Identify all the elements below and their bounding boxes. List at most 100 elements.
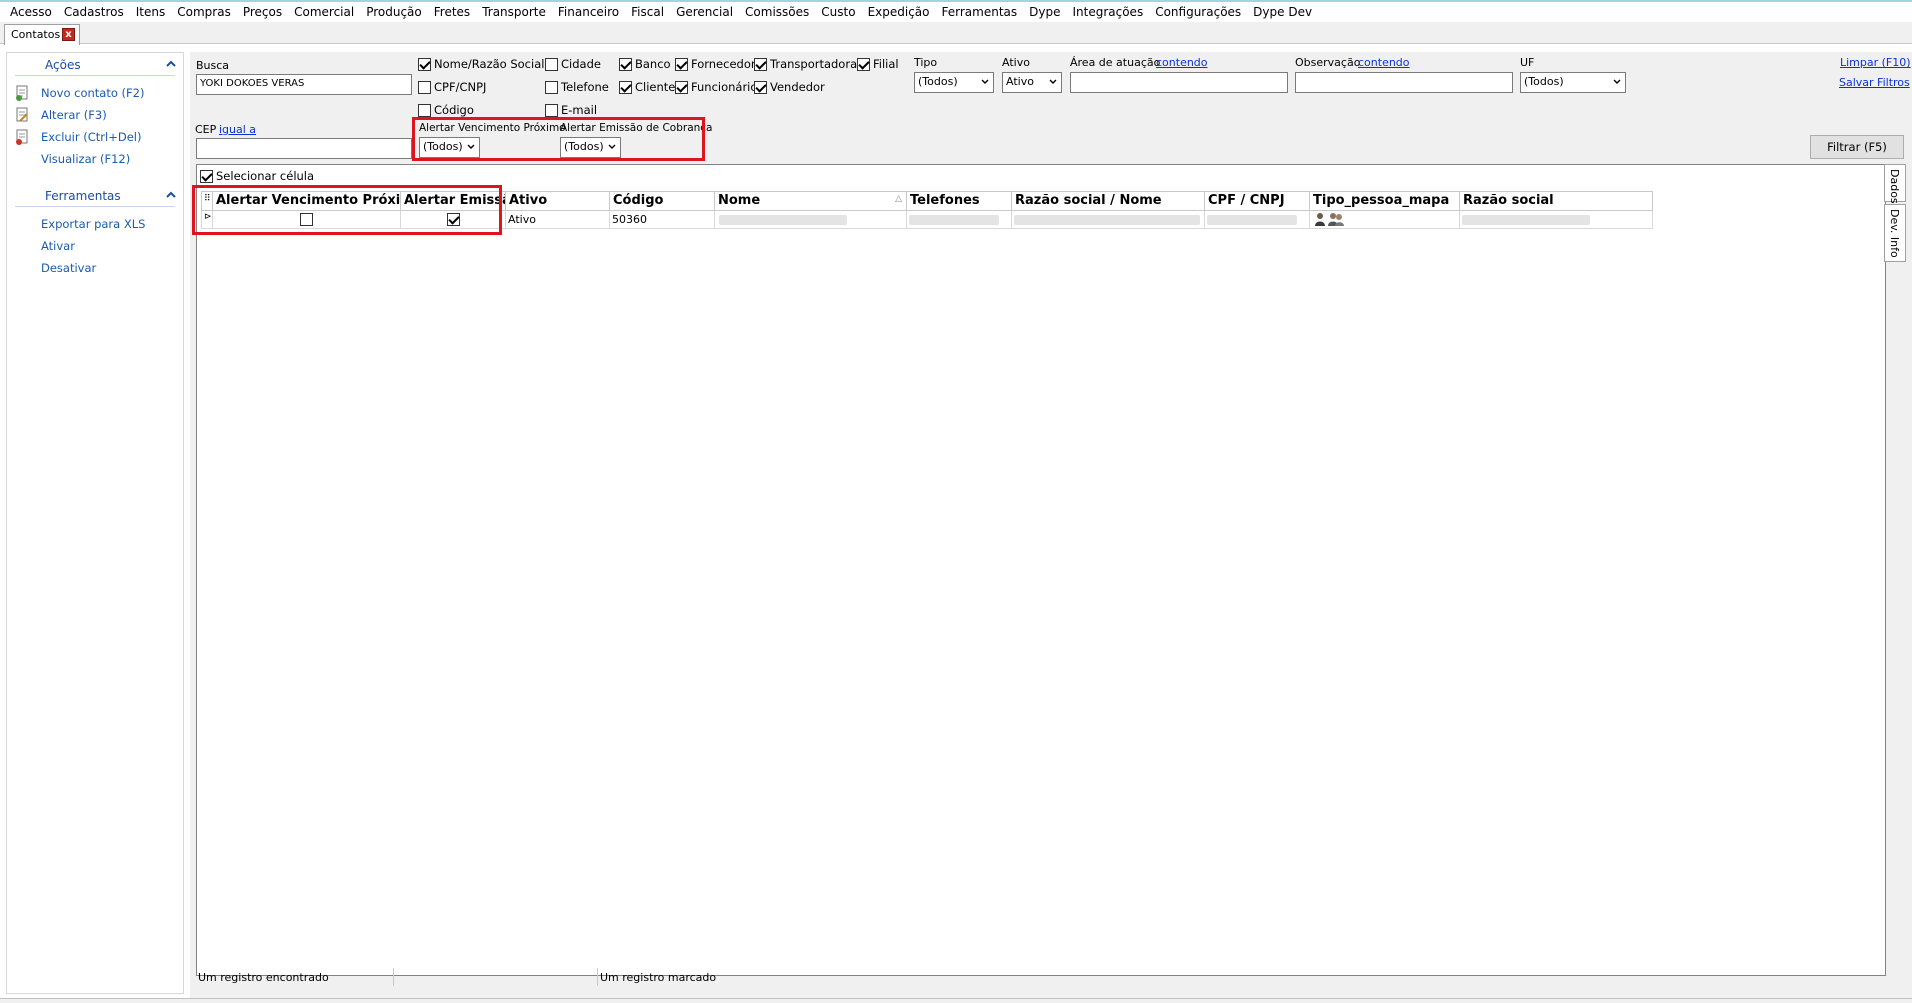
- col-alerta-emis[interactable]: Alertar Emissão: [401, 191, 506, 211]
- salvar-filtros-link[interactable]: Salvar Filtros: [1839, 76, 1910, 89]
- menu-item-ferramentas[interactable]: Ferramentas: [936, 5, 1024, 19]
- menu-item-configura-es[interactable]: Configurações: [1149, 5, 1247, 19]
- menu-item-custo[interactable]: Custo: [815, 5, 861, 19]
- menu-item-expedi-o[interactable]: Expedição: [862, 5, 936, 19]
- checkbox[interactable]: [754, 80, 767, 94]
- limpar-link[interactable]: Limpar (F10): [1840, 56, 1911, 69]
- cell-alerta-venc[interactable]: [213, 211, 401, 229]
- checkbox[interactable]: [619, 57, 632, 71]
- check-transportadora[interactable]: Transportadora: [754, 57, 857, 71]
- row-selector-header[interactable]: ⠿: [201, 191, 213, 211]
- cell-alerta-emis[interactable]: [401, 211, 506, 229]
- menu-item-fretes[interactable]: Fretes: [428, 5, 476, 19]
- menu-item-dype[interactable]: Dype: [1023, 5, 1066, 19]
- check-cliente[interactable]: Cliente: [619, 80, 675, 94]
- checkbox[interactable]: [447, 213, 460, 226]
- checkbox[interactable]: [545, 103, 558, 117]
- check-nome[interactable]: Nome/Razão Social: [418, 57, 544, 71]
- checkbox[interactable]: [754, 57, 767, 71]
- menu-item-compras[interactable]: Compras: [171, 5, 237, 19]
- ativo-select[interactable]: Ativo: [1002, 72, 1062, 93]
- checkbox[interactable]: [300, 213, 313, 226]
- cep-input[interactable]: [196, 138, 412, 159]
- novo-contato-link[interactable]: Novo contato (F2): [7, 82, 183, 104]
- col-codigo[interactable]: Código: [610, 191, 715, 211]
- checkbox[interactable]: [675, 80, 688, 94]
- tab-dev-info[interactable]: Dev. Info: [1884, 204, 1906, 262]
- col-razao-nome[interactable]: Razão social / Nome: [1012, 191, 1205, 211]
- collapse-chevron-icon[interactable]: [165, 189, 177, 201]
- alterar-link[interactable]: Alterar (F3): [7, 104, 183, 126]
- check-cpf[interactable]: CPF/CNPJ: [418, 80, 486, 94]
- close-tab-icon[interactable]: x: [62, 28, 75, 41]
- desativar-link[interactable]: Desativar: [7, 257, 183, 279]
- menu-item-integra-es[interactable]: Integrações: [1066, 5, 1149, 19]
- menu-item-comercial[interactable]: Comercial: [288, 5, 360, 19]
- cell-razao-nome[interactable]: [1012, 211, 1205, 229]
- menu-item-itens[interactable]: Itens: [130, 5, 171, 19]
- checkbox[interactable]: [200, 169, 213, 183]
- menu-item-produ-o[interactable]: Produção: [360, 5, 428, 19]
- check-cidade[interactable]: Cidade: [545, 57, 601, 71]
- row-selector[interactable]: ⊳: [201, 211, 213, 229]
- check-banco[interactable]: Banco: [619, 57, 671, 71]
- checkbox[interactable]: [545, 80, 558, 94]
- check-fornecedor[interactable]: Fornecedor: [675, 57, 756, 71]
- menu-item-comiss-es[interactable]: Comissões: [739, 5, 815, 19]
- selecionar-celula-check[interactable]: Selecionar célula: [200, 169, 314, 183]
- alerta-venc-select[interactable]: (Todos): [419, 137, 480, 158]
- acoes-header[interactable]: Ações: [7, 53, 183, 75]
- menu-item-fiscal[interactable]: Fiscal: [625, 5, 670, 19]
- collapse-chevron-icon[interactable]: [165, 58, 177, 70]
- col-ativo[interactable]: Ativo: [506, 191, 610, 211]
- ferramentas-header[interactable]: Ferramentas: [7, 184, 183, 206]
- menu-item-cadastros[interactable]: Cadastros: [58, 5, 130, 19]
- visualizar-link[interactable]: Visualizar (F12): [7, 148, 183, 170]
- menu-item-gerencial[interactable]: Gerencial: [670, 5, 739, 19]
- tab-dados[interactable]: Dados: [1884, 164, 1906, 204]
- checkbox[interactable]: [418, 57, 431, 71]
- menu-item-financeiro[interactable]: Financeiro: [552, 5, 625, 19]
- excluir-link[interactable]: Excluir (Ctrl+Del): [7, 126, 183, 148]
- cell-tipo-pessoa[interactable]: [1310, 211, 1460, 229]
- check-vendedor[interactable]: Vendedor: [754, 80, 825, 94]
- menu-item-acesso[interactable]: Acesso: [4, 5, 58, 19]
- check-codigo[interactable]: Código: [418, 103, 474, 117]
- checkbox[interactable]: [857, 57, 870, 71]
- tipo-select[interactable]: (Todos): [914, 72, 994, 93]
- cell-codigo[interactable]: 50360: [610, 211, 715, 229]
- check-telefone[interactable]: Telefone: [545, 80, 609, 94]
- cell-cpf[interactable]: [1205, 211, 1310, 229]
- checkbox[interactable]: [418, 80, 431, 94]
- menu-item-transporte[interactable]: Transporte: [476, 5, 552, 19]
- busca-input[interactable]: YOKI DOKOES VERAS: [196, 74, 412, 95]
- uf-select[interactable]: (Todos): [1520, 72, 1626, 93]
- tab-contatos[interactable]: Contatos x: [4, 24, 80, 45]
- observacao-input[interactable]: [1295, 72, 1513, 93]
- col-razao-social[interactable]: Razão social: [1460, 191, 1653, 211]
- alerta-emis-select[interactable]: (Todos): [560, 137, 621, 158]
- check-funcionario[interactable]: Funcionário: [675, 80, 757, 94]
- checkbox[interactable]: [619, 80, 632, 94]
- col-telefones[interactable]: Telefones: [907, 191, 1012, 211]
- area-mode-link[interactable]: contendo: [1156, 56, 1208, 69]
- cell-nome[interactable]: [715, 211, 907, 229]
- checkbox[interactable]: [418, 103, 431, 117]
- col-nome[interactable]: Nome △: [715, 191, 907, 211]
- cell-ativo[interactable]: Ativo: [506, 211, 610, 229]
- menu-item-dype-dev[interactable]: Dype Dev: [1247, 5, 1318, 19]
- ativar-link[interactable]: Ativar: [7, 235, 183, 257]
- check-filial[interactable]: Filial: [857, 57, 899, 71]
- check-email[interactable]: E-mail: [545, 103, 597, 117]
- cell-telefones[interactable]: [907, 211, 1012, 229]
- checkbox[interactable]: [675, 57, 688, 71]
- filtrar-button[interactable]: Filtrar (F5): [1810, 135, 1904, 159]
- cep-mode-link[interactable]: igual a: [219, 123, 256, 136]
- col-cpf-cnpj[interactable]: CPF / CNPJ: [1205, 191, 1310, 211]
- table-row[interactable]: ⊳ Ativo 50360: [201, 211, 1653, 229]
- col-alerta-venc[interactable]: Alertar Vencimento Próximo: [213, 191, 401, 211]
- observacao-mode-link[interactable]: contendo: [1358, 56, 1410, 69]
- menu-item-pre-os[interactable]: Preços: [237, 5, 288, 19]
- col-tipo-pessoa[interactable]: Tipo_pessoa_mapa: [1310, 191, 1460, 211]
- exportar-xls-link[interactable]: Exportar para XLS: [7, 213, 183, 235]
